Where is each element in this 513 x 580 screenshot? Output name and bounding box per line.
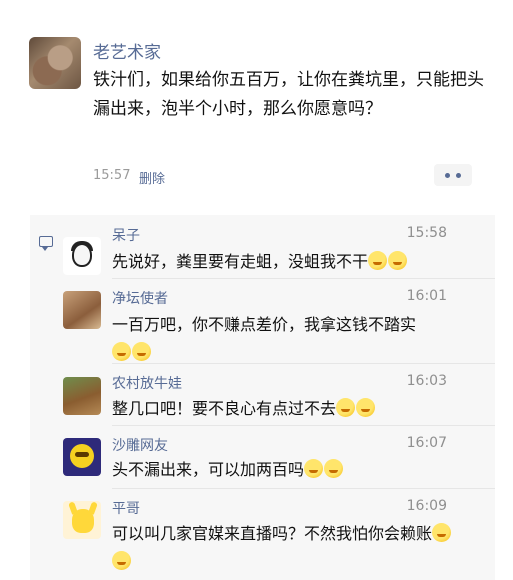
cow-photo-avatar-icon[interactable] [63,377,101,415]
smirk-emoji-icon [356,398,376,417]
comment-time: 16:09 [406,498,447,514]
dog-photo-avatar-icon[interactable] [63,291,101,329]
comment-time: 16:03 [406,373,447,389]
comment-item: 农村放牛娃 16:03 整几口吧！要不良心有点过不去 [30,368,495,426]
dot-icon [456,172,461,178]
comment-author[interactable]: 沙雕网友 [112,435,168,455]
comment-item: 呆子 15:58 先说好，粪里要有走蛆，没蛆我不干 [30,223,495,281]
comment-author[interactable]: 平哥 [112,498,140,518]
comment-author[interactable]: 呆子 [112,225,140,245]
comment-text: 头不漏出来，可以加两百吗 [112,456,462,484]
comment-text-body: 一百万吧，你不赚点差价，我拿这钱不踏实 [112,315,417,334]
comment-text-body: 先说好，粪里要有走蛆，没蛆我不干 [112,252,369,271]
author-avatar[interactable] [29,37,81,89]
comment-text: 整几口吧！要不良心有点过不去 [112,395,462,423]
cartoon-avatar-icon[interactable] [63,237,101,275]
comment-author[interactable]: 净坛使者 [112,288,168,308]
smirk-emoji-icon [132,342,151,361]
comment-time: 15:58 [406,225,447,241]
divider [112,488,495,489]
comments-section: 呆子 15:58 先说好，粪里要有走蛆，没蛆我不干 净坛使者 16:01 一百万… [30,215,495,580]
divider [112,278,495,279]
comment-text-body: 可以叫几家官媒来直播吗？不然我怕你会赖账 [112,524,433,543]
comment-text: 可以叫几家官媒来直播吗？不然我怕你会赖账 [112,520,462,576]
comment-time: 16:07 [406,435,447,451]
laugh-emoji-icon [368,251,388,270]
pikachu-avatar-icon[interactable] [63,501,101,539]
smirk-emoji-icon [336,398,356,417]
comment-time: 16:01 [406,288,447,304]
laugh-emoji-icon [388,251,408,270]
post-text: 铁汁们，如果给你五百万，让你在粪坑里，只能把头漏出来，泡半个小时，那么你愿意吗？ [93,70,484,119]
dot-icon [445,172,450,178]
moments-post: 老艺术家 铁汁们，如果给你五百万，让你在粪坑里，只能把头漏出来，泡半个小时，那么… [0,0,513,205]
smirk-emoji-icon [432,523,452,542]
comment-text-body: 整几口吧！要不良心有点过不去 [112,399,337,418]
post-time: 15:57 [93,168,131,183]
emoji-face-avatar-icon[interactable] [63,438,101,476]
divider [112,363,495,364]
comment-author[interactable]: 农村放牛娃 [112,373,182,393]
comment-item: 净坛使者 16:01 一百万吧，你不赚点差价，我拿这钱不踏实 [30,283,495,363]
comment-text: 一百万吧，你不赚点差价，我拿这钱不踏实 [112,311,462,367]
comment-text-body: 头不漏出来，可以加两百吗 [112,460,305,479]
delete-link[interactable]: 删除 [139,168,165,187]
smirk-emoji-icon [112,551,131,570]
divider [112,425,495,426]
comment-text: 先说好，粪里要有走蛆，没蛆我不干 [112,248,462,276]
dizzy-emoji-icon [304,459,324,478]
comment-item: 平哥 16:09 可以叫几家官媒来直播吗？不然我怕你会赖账 [30,493,495,578]
comment-item: 沙雕网友 16:07 头不漏出来，可以加两百吗 [30,430,495,488]
post-author-name[interactable]: 老艺术家 [93,38,161,63]
smirk-emoji-icon [112,342,131,361]
dizzy-emoji-icon [324,459,344,478]
more-options-button[interactable] [434,164,472,186]
